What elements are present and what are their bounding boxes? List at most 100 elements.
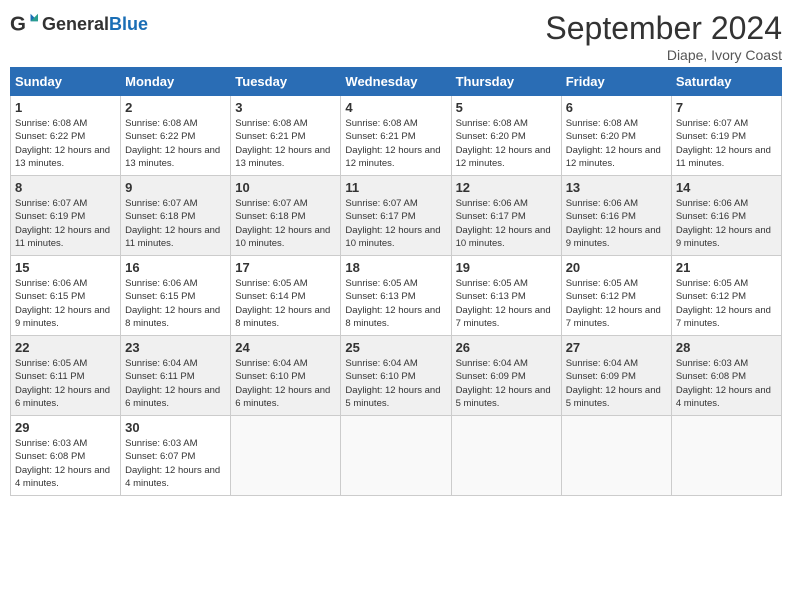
header-saturday: Saturday [671,68,781,96]
calendar-week-5: 29 Sunrise: 6:03 AM Sunset: 6:08 PM Dayl… [11,416,782,496]
calendar-day-22: 22 Sunrise: 6:05 AM Sunset: 6:11 PM Dayl… [11,336,121,416]
calendar-header-row: Sunday Monday Tuesday Wednesday Thursday… [11,68,782,96]
logo-blue: Blue [109,14,148,34]
day-number: 6 [566,100,667,115]
day-number: 27 [566,340,667,355]
header-thursday: Thursday [451,68,561,96]
calendar-day-17: 17 Sunrise: 6:05 AM Sunset: 6:14 PM Dayl… [231,256,341,336]
day-number: 25 [345,340,446,355]
day-info: Sunrise: 6:04 AM Sunset: 6:11 PM Dayligh… [125,357,226,410]
month-title: September 2024 [545,10,782,47]
day-info: Sunrise: 6:03 AM Sunset: 6:08 PM Dayligh… [15,437,116,490]
day-number: 11 [345,180,446,195]
day-number: 21 [676,260,777,275]
day-info: Sunrise: 6:07 AM Sunset: 6:17 PM Dayligh… [345,197,446,250]
day-info: Sunrise: 6:05 AM Sunset: 6:13 PM Dayligh… [456,277,557,330]
day-number: 13 [566,180,667,195]
day-number: 18 [345,260,446,275]
calendar-day-20: 20 Sunrise: 6:05 AM Sunset: 6:12 PM Dayl… [561,256,671,336]
day-info: Sunrise: 6:08 AM Sunset: 6:22 PM Dayligh… [125,117,226,170]
calendar-day-9: 9 Sunrise: 6:07 AM Sunset: 6:18 PM Dayli… [121,176,231,256]
day-info: Sunrise: 6:08 AM Sunset: 6:22 PM Dayligh… [15,117,116,170]
day-info: Sunrise: 6:08 AM Sunset: 6:21 PM Dayligh… [235,117,336,170]
day-info: Sunrise: 6:04 AM Sunset: 6:10 PM Dayligh… [345,357,446,410]
calendar-day-14: 14 Sunrise: 6:06 AM Sunset: 6:16 PM Dayl… [671,176,781,256]
day-number: 5 [456,100,557,115]
header-tuesday: Tuesday [231,68,341,96]
day-number: 1 [15,100,116,115]
day-info: Sunrise: 6:03 AM Sunset: 6:08 PM Dayligh… [676,357,777,410]
day-info: Sunrise: 6:04 AM Sunset: 6:09 PM Dayligh… [566,357,667,410]
calendar-day-11: 11 Sunrise: 6:07 AM Sunset: 6:17 PM Dayl… [341,176,451,256]
day-info: Sunrise: 6:06 AM Sunset: 6:15 PM Dayligh… [15,277,116,330]
calendar-week-3: 15 Sunrise: 6:06 AM Sunset: 6:15 PM Dayl… [11,256,782,336]
day-info: Sunrise: 6:05 AM Sunset: 6:11 PM Dayligh… [15,357,116,410]
day-number: 10 [235,180,336,195]
calendar-day-24: 24 Sunrise: 6:04 AM Sunset: 6:10 PM Dayl… [231,336,341,416]
calendar-day-27: 27 Sunrise: 6:04 AM Sunset: 6:09 PM Dayl… [561,336,671,416]
header-wednesday: Wednesday [341,68,451,96]
svg-text:G: G [10,13,26,36]
header: G GeneralBlue September 2024 Diape, Ivor… [10,10,782,63]
calendar-day-16: 16 Sunrise: 6:06 AM Sunset: 6:15 PM Dayl… [121,256,231,336]
day-number: 22 [15,340,116,355]
day-info: Sunrise: 6:04 AM Sunset: 6:09 PM Dayligh… [456,357,557,410]
logo-general: General [42,14,109,34]
day-number: 23 [125,340,226,355]
day-number: 12 [456,180,557,195]
day-info: Sunrise: 6:07 AM Sunset: 6:19 PM Dayligh… [15,197,116,250]
day-info: Sunrise: 6:05 AM Sunset: 6:12 PM Dayligh… [566,277,667,330]
calendar-day-8: 8 Sunrise: 6:07 AM Sunset: 6:19 PM Dayli… [11,176,121,256]
day-info: Sunrise: 6:08 AM Sunset: 6:20 PM Dayligh… [566,117,667,170]
day-number: 16 [125,260,226,275]
calendar-day-29: 29 Sunrise: 6:03 AM Sunset: 6:08 PM Dayl… [11,416,121,496]
day-number: 7 [676,100,777,115]
day-info: Sunrise: 6:05 AM Sunset: 6:12 PM Dayligh… [676,277,777,330]
location-title: Diape, Ivory Coast [545,47,782,63]
day-number: 9 [125,180,226,195]
calendar-day-5: 5 Sunrise: 6:08 AM Sunset: 6:20 PM Dayli… [451,96,561,176]
day-number: 2 [125,100,226,115]
day-number: 29 [15,420,116,435]
header-monday: Monday [121,68,231,96]
day-info: Sunrise: 6:06 AM Sunset: 6:16 PM Dayligh… [676,197,777,250]
day-info: Sunrise: 6:03 AM Sunset: 6:07 PM Dayligh… [125,437,226,490]
header-friday: Friday [561,68,671,96]
day-info: Sunrise: 6:07 AM Sunset: 6:19 PM Dayligh… [676,117,777,170]
day-number: 8 [15,180,116,195]
calendar-day-15: 15 Sunrise: 6:06 AM Sunset: 6:15 PM Dayl… [11,256,121,336]
calendar-day-1: 1 Sunrise: 6:08 AM Sunset: 6:22 PM Dayli… [11,96,121,176]
calendar-day-18: 18 Sunrise: 6:05 AM Sunset: 6:13 PM Dayl… [341,256,451,336]
calendar-week-2: 8 Sunrise: 6:07 AM Sunset: 6:19 PM Dayli… [11,176,782,256]
day-info: Sunrise: 6:06 AM Sunset: 6:15 PM Dayligh… [125,277,226,330]
day-info: Sunrise: 6:07 AM Sunset: 6:18 PM Dayligh… [235,197,336,250]
title-area: September 2024 Diape, Ivory Coast [545,10,782,63]
calendar-day-6: 6 Sunrise: 6:08 AM Sunset: 6:20 PM Dayli… [561,96,671,176]
day-number: 26 [456,340,557,355]
calendar-day-30: 30 Sunrise: 6:03 AM Sunset: 6:07 PM Dayl… [121,416,231,496]
calendar-day-3: 3 Sunrise: 6:08 AM Sunset: 6:21 PM Dayli… [231,96,341,176]
day-number: 20 [566,260,667,275]
calendar-day-2: 2 Sunrise: 6:08 AM Sunset: 6:22 PM Dayli… [121,96,231,176]
logo-icon: G [10,10,38,38]
calendar: Sunday Monday Tuesday Wednesday Thursday… [10,67,782,496]
day-info: Sunrise: 6:04 AM Sunset: 6:10 PM Dayligh… [235,357,336,410]
day-number: 14 [676,180,777,195]
header-sunday: Sunday [11,68,121,96]
day-info: Sunrise: 6:05 AM Sunset: 6:14 PM Dayligh… [235,277,336,330]
day-number: 28 [676,340,777,355]
day-info: Sunrise: 6:08 AM Sunset: 6:21 PM Dayligh… [345,117,446,170]
calendar-day-7: 7 Sunrise: 6:07 AM Sunset: 6:19 PM Dayli… [671,96,781,176]
day-info: Sunrise: 6:06 AM Sunset: 6:17 PM Dayligh… [456,197,557,250]
calendar-week-4: 22 Sunrise: 6:05 AM Sunset: 6:11 PM Dayl… [11,336,782,416]
logo: G GeneralBlue [10,10,148,38]
calendar-day-26: 26 Sunrise: 6:04 AM Sunset: 6:09 PM Dayl… [451,336,561,416]
calendar-day-4: 4 Sunrise: 6:08 AM Sunset: 6:21 PM Dayli… [341,96,451,176]
calendar-week-1: 1 Sunrise: 6:08 AM Sunset: 6:22 PM Dayli… [11,96,782,176]
calendar-day-28: 28 Sunrise: 6:03 AM Sunset: 6:08 PM Dayl… [671,336,781,416]
day-info: Sunrise: 6:06 AM Sunset: 6:16 PM Dayligh… [566,197,667,250]
day-number: 24 [235,340,336,355]
calendar-day-10: 10 Sunrise: 6:07 AM Sunset: 6:18 PM Dayl… [231,176,341,256]
calendar-day-19: 19 Sunrise: 6:05 AM Sunset: 6:13 PM Dayl… [451,256,561,336]
day-info: Sunrise: 6:05 AM Sunset: 6:13 PM Dayligh… [345,277,446,330]
